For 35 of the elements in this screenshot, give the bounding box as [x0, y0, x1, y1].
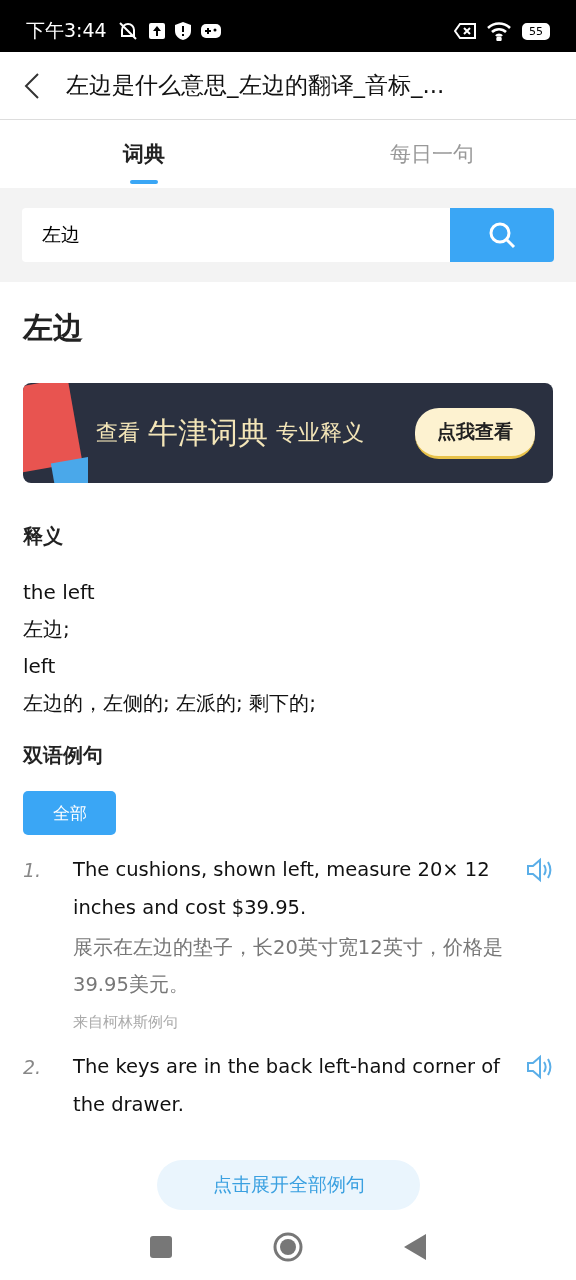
definition-line: 左边的，左侧的; 左派的; 剩下的; [23, 690, 317, 717]
speaker-icon[interactable] [525, 857, 553, 883]
headword: 左边 [23, 309, 84, 347]
definition-line: left [23, 653, 57, 680]
search-icon [488, 221, 516, 249]
definition-line: 左边; [23, 616, 71, 643]
banner-text: 专业释义 [276, 419, 364, 447]
example-number: 2. [23, 1055, 43, 1080]
example-sentence: The cushions, shown left, measure 20× 12 inches and cost $39.95. [73, 857, 491, 921]
dictionary-banner[interactable]: 查看 牛津词典 专业释义 点我查看 [23, 383, 553, 483]
example-source: 来自柯林斯例句 [73, 1013, 179, 1032]
battery-indicator: 55 [522, 22, 550, 40]
banner-text: 查看 [96, 419, 140, 447]
upload-icon [148, 23, 165, 39]
wifi-icon [486, 21, 512, 41]
tab[interactable]: 词典 [0, 120, 288, 188]
definition-line: the left [23, 579, 96, 606]
mute-icon [116, 20, 139, 42]
status-time: 下午3:44 [26, 18, 107, 43]
gamepad-icon [200, 24, 221, 38]
back-icon[interactable] [24, 71, 40, 100]
page-title: 左边是什么意思_左边的翻译_音标_... [66, 71, 445, 100]
banner-title: 牛津词典 [148, 413, 268, 452]
view-button[interactable]: 点我查看 [415, 407, 535, 459]
shield-icon [174, 22, 191, 40]
section-heading: 释义 [23, 523, 64, 550]
speaker-icon[interactable] [525, 1054, 553, 1080]
section-heading: 双语例句 [23, 742, 104, 769]
home-icon[interactable] [273, 1231, 303, 1262]
search-field[interactable]: 左边 [22, 208, 450, 262]
example-translation: 展示在左边的垫子，长20英寸宽12英寸，价格是39.95美元。 [73, 935, 504, 998]
example-number: 1. [23, 858, 43, 883]
recents-icon[interactable] [150, 1235, 173, 1258]
search-button[interactable] [450, 208, 554, 262]
example-sentence: The keys are in the back left-hand corner of the drawer. [73, 1054, 502, 1118]
